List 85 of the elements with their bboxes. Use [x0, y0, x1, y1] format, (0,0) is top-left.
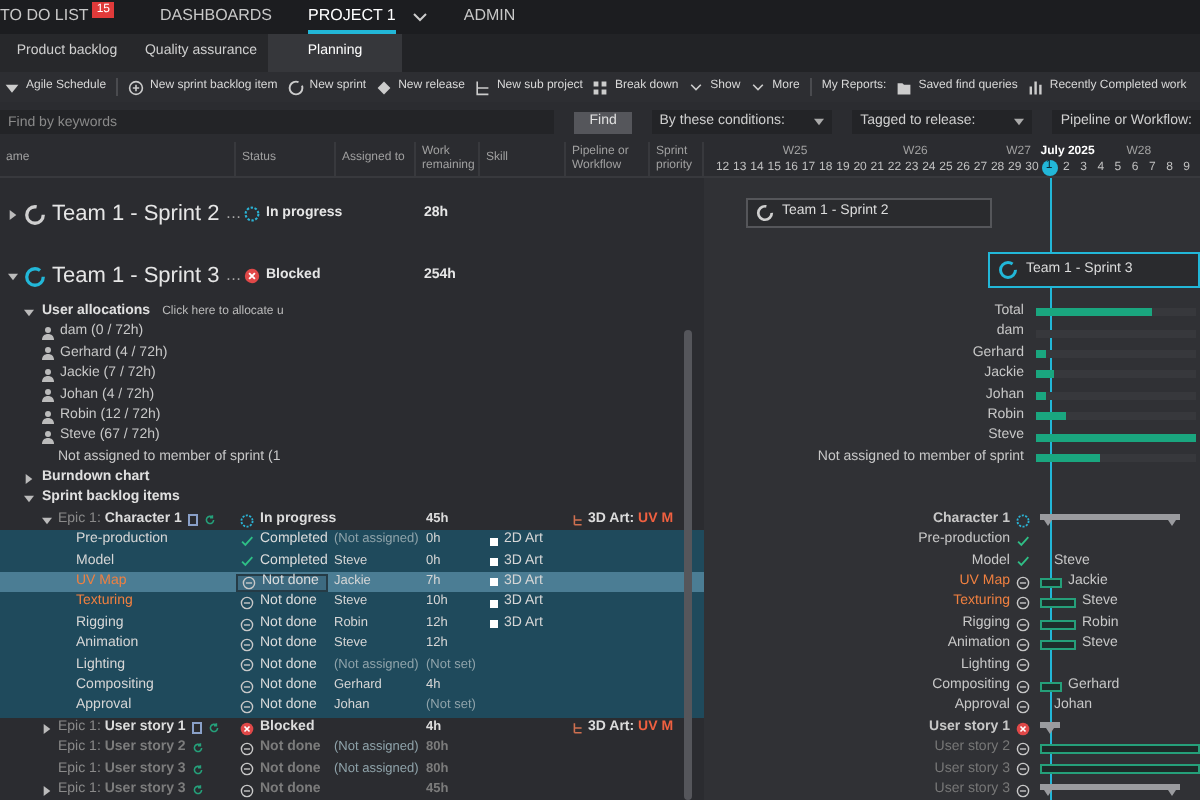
chevron-down-icon[interactable]: [411, 11, 428, 23]
minus-circle-icon: [1016, 783, 1030, 798]
bar-chart-icon: [1027, 79, 1044, 95]
skill-square-icon: [490, 620, 498, 629]
refresh-icon: [191, 784, 204, 797]
diamond-icon: [376, 79, 393, 95]
add-circle-icon: [128, 79, 145, 95]
person-icon: [42, 326, 54, 341]
refresh-icon: [203, 514, 216, 527]
caret-down-icon[interactable]: [24, 307, 34, 318]
caret-down-icon[interactable]: [42, 515, 52, 526]
sprint-name[interactable]: Team 1 - Sprint 3: [52, 259, 220, 293]
caret-right-icon[interactable]: [24, 473, 34, 484]
minus-circle-icon: [240, 700, 254, 715]
minus-circle-icon: [240, 596, 254, 611]
person-icon: [42, 346, 54, 361]
minus-circle-icon: [1016, 741, 1030, 756]
folder-icon: [896, 79, 913, 95]
sprint-ring-icon: [24, 265, 46, 287]
scrollbar[interactable]: [684, 330, 692, 800]
blocked-icon: [240, 721, 254, 735]
nav-link[interactable]: TO DO LIST: [0, 0, 89, 34]
minus-circle-icon: [240, 658, 254, 673]
caret-down-icon: [1014, 118, 1025, 126]
nav-link[interactable]: DASHBOARDS: [160, 0, 273, 34]
caret-down-icon: [814, 118, 825, 126]
nav-link[interactable]: ADMIN: [463, 0, 516, 34]
minus-circle-icon: [240, 783, 254, 798]
caret-right-icon[interactable]: [8, 209, 18, 219]
sprint-name[interactable]: Team 1 - Sprint 2: [52, 197, 220, 231]
dotted-circle-icon: [244, 206, 260, 222]
caret-down-icon[interactable]: [8, 271, 18, 281]
person-icon: [42, 430, 54, 445]
refresh-icon: [191, 763, 204, 776]
minus-circle-icon: [1016, 575, 1030, 590]
summary-bar: [1040, 722, 1060, 734]
skill-square-icon: [490, 537, 498, 545]
minus-circle-icon: [240, 741, 254, 756]
refresh-icon: [191, 742, 204, 755]
refresh-icon: [207, 722, 220, 735]
minus-circle-icon: [1016, 679, 1030, 694]
person-icon: [42, 367, 54, 382]
minus-circle-icon: [240, 637, 254, 652]
minus-circle-icon: [240, 762, 254, 777]
minus-circle-icon: [1016, 596, 1030, 611]
skill-square-icon: [490, 578, 498, 587]
minus-circle-icon: [242, 575, 256, 590]
sprint-ring-icon: [998, 260, 1018, 280]
blocked-icon: [244, 268, 260, 284]
ellipsis-text: …: [225, 202, 242, 226]
skill-square-icon: [490, 557, 498, 566]
caret-down-icon: [4, 79, 20, 95]
person-icon: [42, 388, 54, 403]
sprint-ring-icon: [24, 203, 46, 225]
task-bar: [1040, 639, 1076, 650]
circle-icon: [287, 79, 304, 95]
chevron-down-icon: [688, 79, 705, 95]
summary-bar: [1040, 784, 1180, 797]
dotted-circle-icon: [240, 513, 254, 528]
minus-circle-icon: [240, 679, 254, 694]
task-bar: [1040, 577, 1062, 588]
summary-bar: [1040, 514, 1180, 527]
ellipsis-text: …: [225, 264, 242, 288]
hierarchy-icon: [474, 79, 491, 95]
chevron-down-icon: [750, 79, 767, 95]
grid-icon: [592, 79, 609, 95]
caret-right-icon[interactable]: [42, 723, 52, 734]
skill-square-icon: [490, 599, 498, 608]
minus-circle-icon: [1016, 762, 1030, 777]
blocked-icon: [1016, 721, 1030, 735]
caret-down-icon[interactable]: [24, 494, 34, 505]
workflow-icon: [572, 514, 584, 527]
task-bar: [1040, 681, 1062, 692]
minus-circle-icon: [1016, 617, 1030, 632]
sprint-ring-icon: [756, 203, 774, 221]
workflow-icon: [572, 722, 584, 735]
dotted-circle-icon: [1016, 513, 1030, 528]
task-bar: [1040, 619, 1076, 630]
minus-circle-icon: [240, 617, 254, 632]
person-icon: [42, 409, 54, 424]
minus-circle-icon: [1016, 637, 1030, 652]
caret-right-icon[interactable]: [42, 785, 52, 796]
task-bar: [1040, 598, 1076, 609]
minus-circle-icon: [1016, 658, 1030, 673]
minus-circle-icon: [1016, 700, 1030, 715]
